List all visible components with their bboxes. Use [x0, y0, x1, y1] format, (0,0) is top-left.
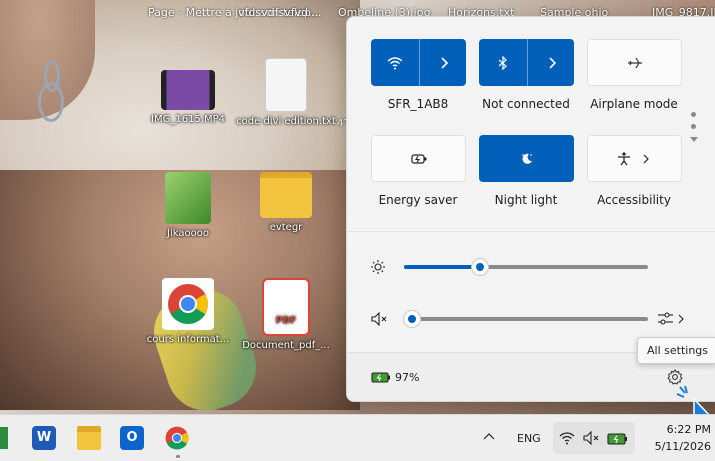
wifi-icon[interactable]	[371, 39, 418, 86]
chrome-icon	[162, 278, 214, 330]
chevron-right-icon[interactable]	[419, 39, 467, 86]
language-indicator[interactable]: ENG	[517, 432, 541, 445]
accessibility-label: Accessibility	[597, 193, 671, 207]
pdf-file-icon: PDF	[262, 278, 310, 336]
network-volume-battery-group[interactable]	[553, 422, 635, 454]
file-explorer-icon[interactable]	[77, 426, 101, 450]
desktop-icon-label: IMG_1615.MP4	[151, 114, 225, 125]
night-light-icon	[479, 135, 574, 182]
all-settings-tooltip: All settings	[637, 337, 715, 364]
desktop-icon-label: Jikaoooo	[167, 228, 209, 239]
bluetooth-tile-label: Not connected	[482, 97, 570, 111]
battery-charging-icon	[607, 432, 629, 445]
desktop-icon-label: evtegr	[269, 222, 303, 233]
text-file-icon	[265, 58, 307, 112]
chrome-icon[interactable]	[165, 426, 189, 450]
desktop-top-labels: Page - Mettre à jour son telep... vfdsvd…	[140, 2, 715, 19]
clock-date: 5/11/2026	[654, 440, 711, 453]
divider	[347, 231, 715, 232]
battery-charging-icon	[371, 371, 391, 383]
wifi-tile[interactable]	[371, 39, 466, 86]
energy-saver-label: Energy saver	[378, 193, 458, 207]
gear-icon	[667, 369, 683, 385]
chevron-right-icon[interactable]	[527, 39, 575, 86]
audio-output-button[interactable]	[657, 311, 685, 327]
excel-icon-partial[interactable]	[0, 427, 8, 449]
word-icon[interactable]: W	[32, 426, 56, 450]
brightness-slider[interactable]	[404, 259, 648, 275]
bluetooth-tile[interactable]	[479, 39, 574, 86]
desktop-label[interactable]: vfdsvdfsvfvd...	[238, 6, 319, 19]
earring-decoration	[36, 60, 64, 124]
taskbar: W O ENG 6:22 PM 5/11/2026	[0, 414, 715, 461]
desktop-icon-label: Document_pdf_...	[242, 340, 330, 351]
desktop-icon-pdf[interactable]: PDF Document_pdf_...	[236, 278, 336, 352]
desktop-icon-folder[interactable]: evtegr	[236, 172, 336, 234]
accessibility-icon	[588, 136, 681, 181]
desktop-icon-video[interactable]: IMG_1615.MP4	[138, 70, 238, 126]
clock-time: 6:22 PM	[666, 423, 711, 436]
desktop-icon-label: code divi edition.txt	[236, 116, 336, 127]
folder-icon	[260, 172, 312, 218]
volume-slider-thumb[interactable]	[404, 311, 420, 327]
accessibility-tile[interactable]	[587, 135, 682, 182]
night-light-tile[interactable]	[479, 135, 574, 182]
energy-saver-icon	[372, 136, 465, 181]
desktop-icon-image[interactable]: Jikaoooo	[138, 172, 238, 240]
outlook-icon[interactable]: O	[120, 426, 144, 450]
audio-output-icon	[658, 312, 684, 325]
airplane-icon	[588, 40, 681, 85]
running-indicator	[176, 455, 180, 458]
video-file-icon	[161, 70, 215, 110]
brightness-slider-fill	[404, 265, 480, 269]
energy-saver-tile[interactable]	[371, 135, 466, 182]
image-file-icon	[165, 172, 211, 224]
desktop-icon-text[interactable]: code divi edition.txt	[236, 58, 336, 128]
wifi-icon	[559, 431, 575, 445]
volume-slider[interactable]	[404, 311, 648, 327]
desktop-icon-chrome-shortcut[interactable]: cours informat...	[138, 278, 238, 346]
page-dot[interactable]	[691, 112, 696, 117]
brightness-icon	[371, 260, 385, 274]
page-indicator[interactable]	[689, 112, 699, 144]
airplane-mode-label: Airplane mode	[590, 97, 678, 111]
page-dot[interactable]	[691, 124, 696, 129]
desktop-icon-label: cours informat...	[146, 334, 230, 345]
battery-percent: 97%	[395, 371, 420, 384]
airplane-mode-tile[interactable]	[587, 39, 682, 86]
chevron-down-icon[interactable]	[689, 136, 699, 144]
volume-muted-icon[interactable]	[371, 312, 389, 326]
night-light-label: Night light	[494, 193, 558, 207]
chevron-up-icon[interactable]	[483, 432, 495, 440]
settings-button[interactable]	[667, 369, 683, 385]
bluetooth-icon[interactable]	[479, 39, 526, 86]
volume-muted-icon	[583, 431, 601, 445]
wifi-tile-label: SFR_1AB8	[387, 97, 449, 111]
brightness-slider-thumb[interactable]	[471, 259, 488, 275]
clock[interactable]: 6:22 PM 5/11/2026	[655, 421, 711, 455]
